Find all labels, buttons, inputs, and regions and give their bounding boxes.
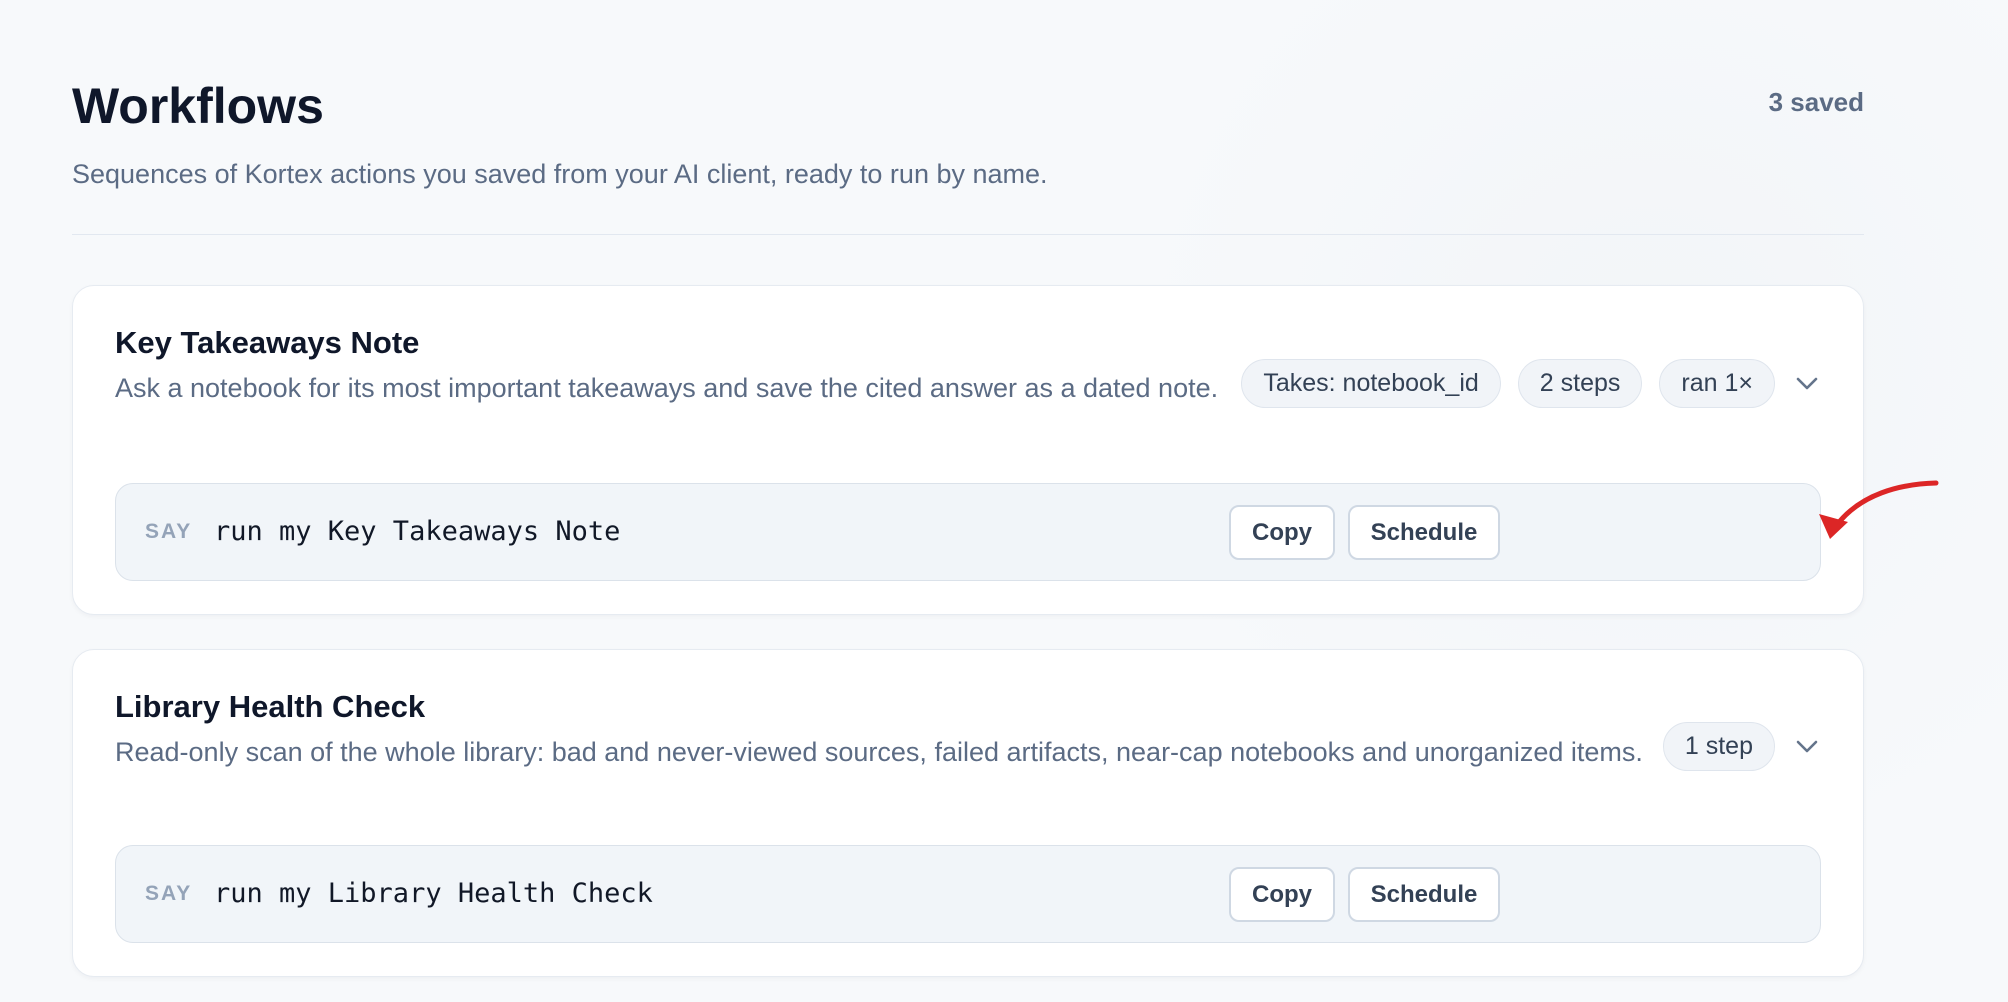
step-count-chip: 2 steps xyxy=(1517,359,1643,408)
copy-button[interactable]: Copy xyxy=(1229,867,1335,922)
workflow-card-key-takeaways-note: Key Takeaways Note Ask a notebook for it… xyxy=(72,285,1864,615)
step-count-chip: 1 step xyxy=(1662,722,1775,771)
expand-workflow-button[interactable] xyxy=(1789,729,1825,765)
page-header: Workflows Sequences of Kortex actions yo… xyxy=(72,0,1864,235)
say-command-box: SAY run my Library Health Check Copy Sch… xyxy=(115,845,1821,943)
schedule-button[interactable]: Schedule xyxy=(1348,505,1500,560)
say-label: SAY xyxy=(145,520,193,543)
say-label: SAY xyxy=(145,882,193,905)
run-count-chip: ran 1× xyxy=(1659,359,1775,408)
workflows-page: Workflows Sequences of Kortex actions yo… xyxy=(0,0,2008,1002)
run-command-text: run my Library Health Check xyxy=(214,878,653,909)
workflow-card-library-health-check: Library Health Check Read-only scan of t… xyxy=(72,649,1864,977)
chevron-down-icon xyxy=(1796,740,1818,753)
run-command-text: run my Key Takeaways Note xyxy=(214,516,621,547)
chevron-down-icon xyxy=(1796,377,1818,390)
red-arrow-icon xyxy=(1819,480,1939,539)
workflow-chips: 1 step xyxy=(1662,722,1775,771)
workflow-title: Key Takeaways Note xyxy=(115,325,420,360)
workflow-description: Read-only scan of the whole library: bad… xyxy=(115,737,1643,767)
workflow-title: Library Health Check xyxy=(115,689,426,724)
workflow-description: Ask a notebook for its most important ta… xyxy=(115,373,1219,403)
saved-count: 3 saved xyxy=(1768,87,1864,117)
workflow-chips: Takes: notebook_id 2 steps ran 1× xyxy=(1241,359,1775,408)
takes-parameter-chip: Takes: notebook_id xyxy=(1241,359,1501,408)
schedule-button[interactable]: Schedule xyxy=(1348,867,1500,922)
page-subtitle: Sequences of Kortex actions you saved fr… xyxy=(72,159,1048,189)
say-command-box: SAY run my Key Takeaways Note Copy Sched… xyxy=(115,483,1821,581)
expand-workflow-button[interactable] xyxy=(1789,366,1825,402)
page-title: Workflows xyxy=(72,78,324,134)
copy-button[interactable]: Copy xyxy=(1229,505,1335,560)
